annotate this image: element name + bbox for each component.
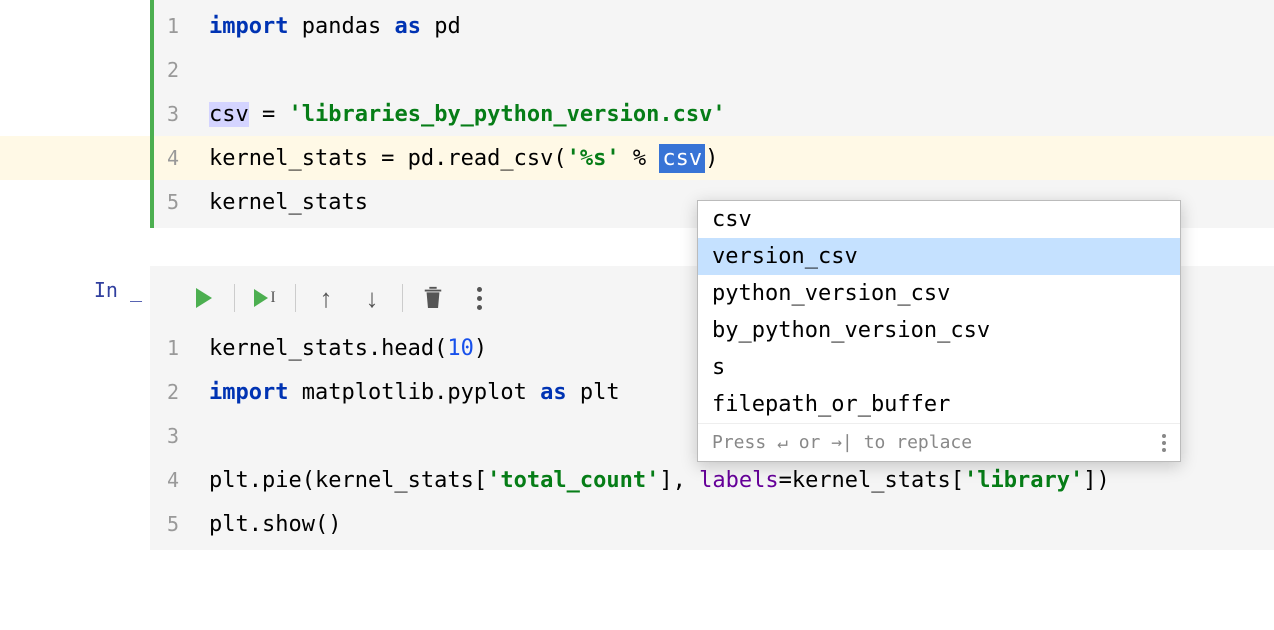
line-number: 1: [154, 4, 209, 48]
code-line[interactable]: 4 plt.pie(kernel_stats['total_count'], l…: [154, 458, 1274, 502]
line-number: 2: [154, 370, 209, 414]
autocomplete-popup: csv version_csv python_version_csv by_py…: [697, 200, 1181, 462]
autocomplete-footer: Press ↵ or →∣ to replace: [698, 423, 1180, 461]
selected-token[interactable]: csv: [659, 144, 705, 173]
delete-cell-button[interactable]: [413, 280, 453, 316]
code-text: import matplotlib.pyplot as plt: [209, 371, 620, 415]
code-text: plt.show(): [209, 503, 341, 547]
code-area-1[interactable]: 1 import pandas as pd 2 3 csv = 'librari…: [150, 0, 1274, 228]
code-text: csv = 'libraries_by_python_version.csv': [209, 93, 726, 137]
autocomplete-item-selected[interactable]: version_csv: [698, 238, 1180, 275]
move-up-button[interactable]: ↑: [306, 280, 346, 316]
toolbar-divider: [402, 284, 403, 312]
code-text: plt.pie(kernel_stats['total_count'], lab…: [209, 459, 1110, 503]
autocomplete-more-button[interactable]: [1162, 434, 1166, 452]
code-text: import pandas as pd: [209, 5, 461, 49]
code-line[interactable]: 2: [154, 48, 1274, 92]
arrow-up-icon: ↑: [320, 283, 333, 314]
line-number: 1: [154, 326, 209, 370]
line-number: 4: [154, 458, 209, 502]
line-number: 3: [154, 92, 209, 136]
code-line[interactable]: 5 plt.show(): [154, 502, 1274, 546]
play-cursor-icon: I: [254, 289, 275, 307]
line-number: 4: [154, 136, 209, 180]
code-line[interactable]: 3 csv = 'libraries_by_python_version.csv…: [154, 92, 1274, 136]
play-icon: [196, 288, 212, 308]
code-text: kernel_stats = pd.read_csv('%s' % csv): [209, 137, 718, 181]
autocomplete-item[interactable]: by_python_version_csv: [698, 312, 1180, 349]
autocomplete-item[interactable]: python_version_csv: [698, 275, 1180, 312]
more-icon: [477, 287, 482, 310]
code-line-active[interactable]: 4 kernel_stats = pd.read_csv('%s' % csv): [154, 136, 1274, 180]
line-number: 2: [154, 48, 209, 92]
autocomplete-item[interactable]: csv: [698, 201, 1180, 238]
move-down-button[interactable]: ↓: [352, 280, 392, 316]
code-line[interactable]: 1 import pandas as pd: [154, 4, 1274, 48]
code-text: kernel_stats: [209, 181, 368, 225]
line-number: 5: [154, 502, 209, 546]
line-number: 5: [154, 180, 209, 224]
toolbar-divider: [295, 284, 296, 312]
toolbar-divider: [234, 284, 235, 312]
line-number: 3: [154, 414, 209, 458]
run-cell-button[interactable]: [184, 280, 224, 316]
code-text: kernel_stats.head(10): [209, 327, 487, 371]
run-and-select-button[interactable]: I: [245, 280, 285, 316]
more-actions-button[interactable]: [459, 280, 499, 316]
prompt-area-2: In _: [0, 266, 150, 550]
autocomplete-item[interactable]: filepath_or_buffer: [698, 386, 1180, 423]
code-cell-1: 1 import pandas as pd 2 3 csv = 'librari…: [0, 0, 1274, 228]
arrow-down-icon: ↓: [366, 283, 379, 314]
autocomplete-item[interactable]: s: [698, 349, 1180, 386]
autocomplete-hint: Press ↵ or →∣ to replace: [712, 432, 972, 453]
prompt-area-1: [0, 0, 150, 228]
cell-prompt-label: In _: [94, 278, 142, 302]
trash-icon: [422, 284, 444, 313]
